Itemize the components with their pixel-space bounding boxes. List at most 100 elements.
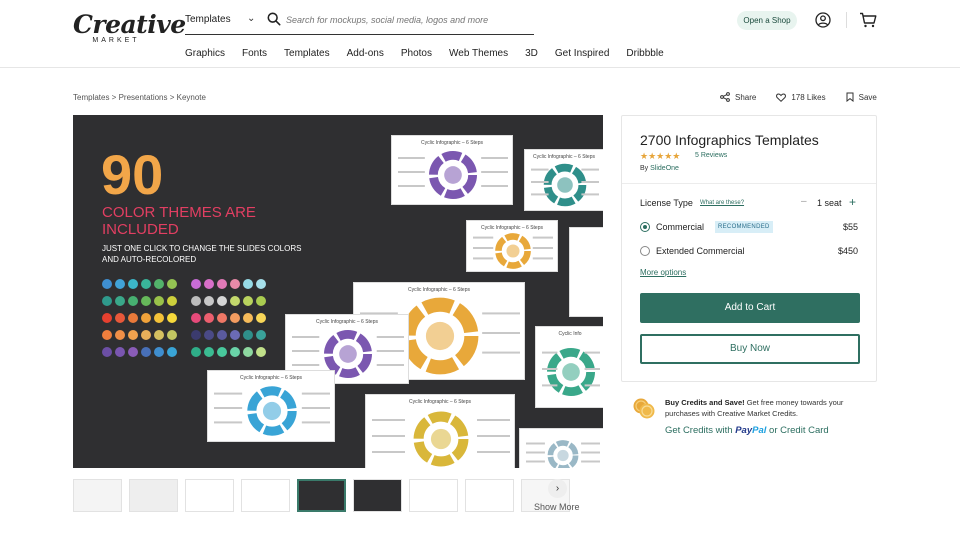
cycle-diagram-graphic xyxy=(473,233,553,269)
license-info-link[interactable]: What are these? xyxy=(700,200,744,206)
thumbnail-2[interactable] xyxy=(129,479,178,512)
heart-icon xyxy=(776,92,787,102)
color-swatch xyxy=(115,313,125,323)
show-more-link[interactable]: Show More xyxy=(534,502,580,512)
seat-increase-button[interactable]: + xyxy=(849,195,856,209)
nav-item-photos[interactable]: Photos xyxy=(401,48,432,59)
color-swatch xyxy=(141,279,151,289)
seat-count: 1 seat xyxy=(817,198,842,208)
color-swatch xyxy=(191,347,201,357)
color-swatch xyxy=(243,296,253,306)
thumbnail-5[interactable] xyxy=(297,479,346,512)
thumbnail-7[interactable] xyxy=(409,479,458,512)
color-swatch xyxy=(167,347,177,357)
nav-item-web-themes[interactable]: Web Themes xyxy=(449,48,508,59)
header-divider xyxy=(846,12,847,28)
product-preview-image[interactable]: 90 COLOR THEMES ARE INCLUDED JUST ONE CL… xyxy=(73,115,603,468)
bookmark-icon xyxy=(846,92,854,102)
color-swatch xyxy=(154,279,164,289)
save-button[interactable]: Save xyxy=(846,92,877,102)
chevron-down-icon[interactable]: ⌄ xyxy=(247,13,255,24)
color-swatch xyxy=(217,313,227,323)
buy-now-button[interactable]: Buy Now xyxy=(640,334,860,364)
user-account-icon[interactable] xyxy=(815,12,831,28)
color-swatch xyxy=(256,347,266,357)
share-button[interactable]: Share xyxy=(720,92,756,102)
share-label: Share xyxy=(735,92,757,102)
extended-commercial-price: $450 xyxy=(837,246,858,256)
nav-item-graphics[interactable]: Graphics xyxy=(185,48,225,59)
author-link[interactable]: SlideOne xyxy=(650,165,679,172)
paypal-logo-pal: Pal xyxy=(752,425,767,436)
nav-item-fonts[interactable]: Fonts xyxy=(242,48,267,59)
color-swatch xyxy=(230,313,240,323)
color-swatch xyxy=(115,279,125,289)
thumbnail-3[interactable] xyxy=(185,479,234,512)
color-swatch xyxy=(141,296,151,306)
thumbnail-1[interactable] xyxy=(73,479,122,512)
search-icon[interactable] xyxy=(267,12,281,26)
recommended-badge: RECOMMENDED xyxy=(715,221,773,233)
color-swatch xyxy=(102,347,112,357)
breadcrumb[interactable]: Templates > Presentations > Keynote xyxy=(73,93,206,102)
color-swatch xyxy=(230,347,240,357)
color-swatch xyxy=(256,330,266,340)
color-swatch xyxy=(256,279,266,289)
color-swatch xyxy=(191,313,201,323)
extended-commercial-label[interactable]: Extended Commercial xyxy=(656,246,745,256)
search-bar: Templates ⌄ xyxy=(185,9,534,35)
likes-count: 178 Likes xyxy=(791,92,826,102)
cart-icon[interactable] xyxy=(859,12,877,28)
infographic-card xyxy=(569,227,603,317)
open-shop-button[interactable]: Open a Shop xyxy=(737,11,797,30)
credits-promo-lead: Buy Credits and Save! xyxy=(665,398,745,407)
site-header: Creative MARKET Templates ⌄ Open a Shop … xyxy=(0,0,960,68)
infographic-card: Cyclic Info xyxy=(535,326,603,408)
color-swatch xyxy=(230,330,240,340)
nav-item-templates[interactable]: Templates xyxy=(284,48,330,59)
commercial-radio[interactable] xyxy=(640,222,650,232)
color-swatch xyxy=(204,296,214,306)
nav-item-get-inspired[interactable]: Get Inspired xyxy=(555,48,609,59)
color-swatch xyxy=(256,296,266,306)
color-swatch xyxy=(243,313,253,323)
license-type-label: License Type xyxy=(640,198,693,208)
color-swatch xyxy=(141,330,151,340)
thumbnail-4[interactable] xyxy=(241,479,290,512)
color-swatch xyxy=(154,347,164,357)
color-swatch xyxy=(102,279,112,289)
search-input[interactable] xyxy=(286,11,526,29)
share-icon xyxy=(720,92,730,102)
cycle-diagram-graphic xyxy=(214,386,330,436)
nav-item-dribbble[interactable]: Dribbble xyxy=(626,48,663,59)
get-credits-link[interactable]: Get Credits with PayPal or Credit Card xyxy=(665,425,829,436)
color-swatch xyxy=(167,279,177,289)
infographic-card: Cyclic Infographic – 6 Steps xyxy=(466,220,558,272)
color-swatch xyxy=(191,330,201,340)
credits-promo-text: Buy Credits and Save! Get free money tow… xyxy=(665,397,875,419)
coins-icon xyxy=(633,398,655,419)
color-swatch xyxy=(167,313,177,323)
cycle-diagram-graphic xyxy=(398,150,508,200)
thumbnail-6[interactable] xyxy=(353,479,402,512)
color-swatch xyxy=(256,313,266,323)
creative-market-logo[interactable]: Creative MARKET xyxy=(73,12,186,45)
by-label: By xyxy=(640,165,649,172)
get-credits-prefix: Get Credits with xyxy=(665,425,733,436)
seat-decrease-button[interactable]: – xyxy=(801,196,807,207)
get-credits-suffix: or Credit Card xyxy=(769,425,829,436)
search-category-select[interactable]: Templates xyxy=(185,14,231,25)
nav-item-add-ons[interactable]: Add-ons xyxy=(347,48,384,59)
nav-item-3d[interactable]: 3D xyxy=(525,48,538,59)
commercial-label[interactable]: Commercial xyxy=(656,222,704,232)
preview-big-number: 90 xyxy=(101,143,164,206)
add-to-cart-button[interactable]: Add to Cart xyxy=(640,293,860,323)
byline: By SlideOne xyxy=(640,165,679,172)
like-button[interactable]: 178 Likes xyxy=(776,92,826,102)
thumbnail-8[interactable] xyxy=(465,479,514,512)
more-options-link[interactable]: More options xyxy=(640,268,686,277)
chevron-right-icon[interactable]: › xyxy=(548,479,567,498)
infographic-card: Cyclic Infographic – 6 Steps xyxy=(365,394,515,468)
extended-commercial-radio[interactable] xyxy=(640,246,650,256)
reviews-link[interactable]: 5 Reviews xyxy=(695,152,727,159)
